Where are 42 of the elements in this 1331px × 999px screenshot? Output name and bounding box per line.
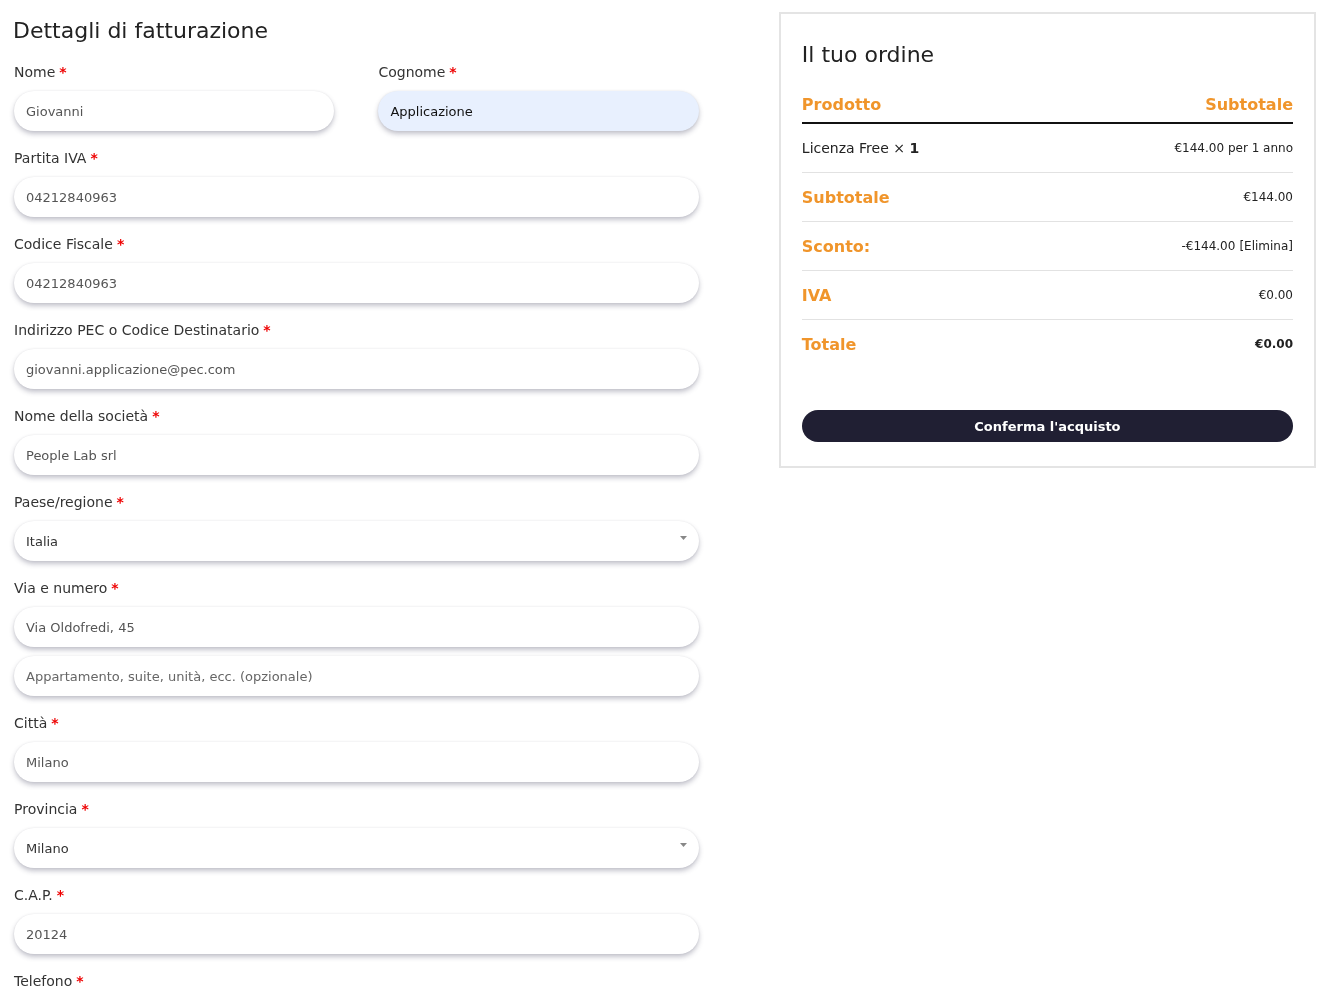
product-name: Licenza Free × 1: [801, 140, 920, 156]
field-label: Nome *: [14, 63, 68, 81]
panel-title: Il tuo ordine: [801, 42, 936, 67]
field-label: Codice Fiscale *: [14, 235, 126, 253]
field-label: Nome della società *: [14, 407, 161, 425]
field-label: C.A.P. *: [14, 886, 66, 904]
text-input[interactable]: 04212840963: [14, 177, 699, 217]
field-label: Via e numero *: [14, 579, 120, 597]
total-value: -€144.00: [1181, 239, 1236, 253]
text-input[interactable]: 20124: [14, 914, 699, 954]
total-label: Subtotale: [801, 187, 890, 207]
text-input[interactable]: Via Oldofredi, 45: [14, 607, 699, 647]
field-label: Provincia *: [14, 800, 90, 818]
column-header: Subtotale: [1205, 95, 1293, 114]
field-label: Cognome *: [378, 63, 458, 81]
confirm-button[interactable]: Conferma l'acquisto: [801, 410, 1293, 442]
select-field[interactable]: Italia: [14, 521, 699, 561]
total-value: €0.00: [1255, 337, 1293, 351]
total-value: €0.00: [1258, 288, 1293, 302]
text-input[interactable]: People Lab srl: [14, 435, 699, 475]
total-label: IVA: [801, 285, 832, 305]
caret-icon: [679, 843, 687, 847]
remove-link[interactable]: [Elimina]: [1239, 239, 1293, 253]
text-input[interactable]: Giovanni: [14, 91, 335, 131]
total-label: Sconto:: [801, 236, 871, 256]
select-field[interactable]: Milano: [14, 828, 699, 868]
total-label: Totale: [801, 334, 857, 354]
text-input[interactable]: Applicazione: [378, 91, 699, 131]
section-title: Dettagli di fatturazione: [13, 18, 269, 43]
field-label: Indirizzo PEC o Codice Destinatario *: [14, 321, 272, 339]
text-input[interactable]: Milano: [14, 742, 699, 782]
total-value: €144.00: [1243, 190, 1293, 204]
field-label: Paese/regione *: [14, 493, 125, 511]
text-input[interactable]: giovanni.applicazione@pec.com: [14, 349, 699, 389]
caret-icon: [679, 536, 687, 540]
text-input[interactable]: Appartamento, suite, unità, ecc. (opzionale): [14, 656, 699, 696]
field-label: Telefono *: [14, 972, 85, 990]
text-input[interactable]: 04212840963: [14, 263, 699, 303]
column-header: Prodotto: [801, 95, 882, 114]
field-label: Partita IVA *: [14, 149, 99, 167]
product-price: €144.00 per 1 anno: [1174, 141, 1293, 155]
field-label: Città *: [14, 714, 60, 732]
